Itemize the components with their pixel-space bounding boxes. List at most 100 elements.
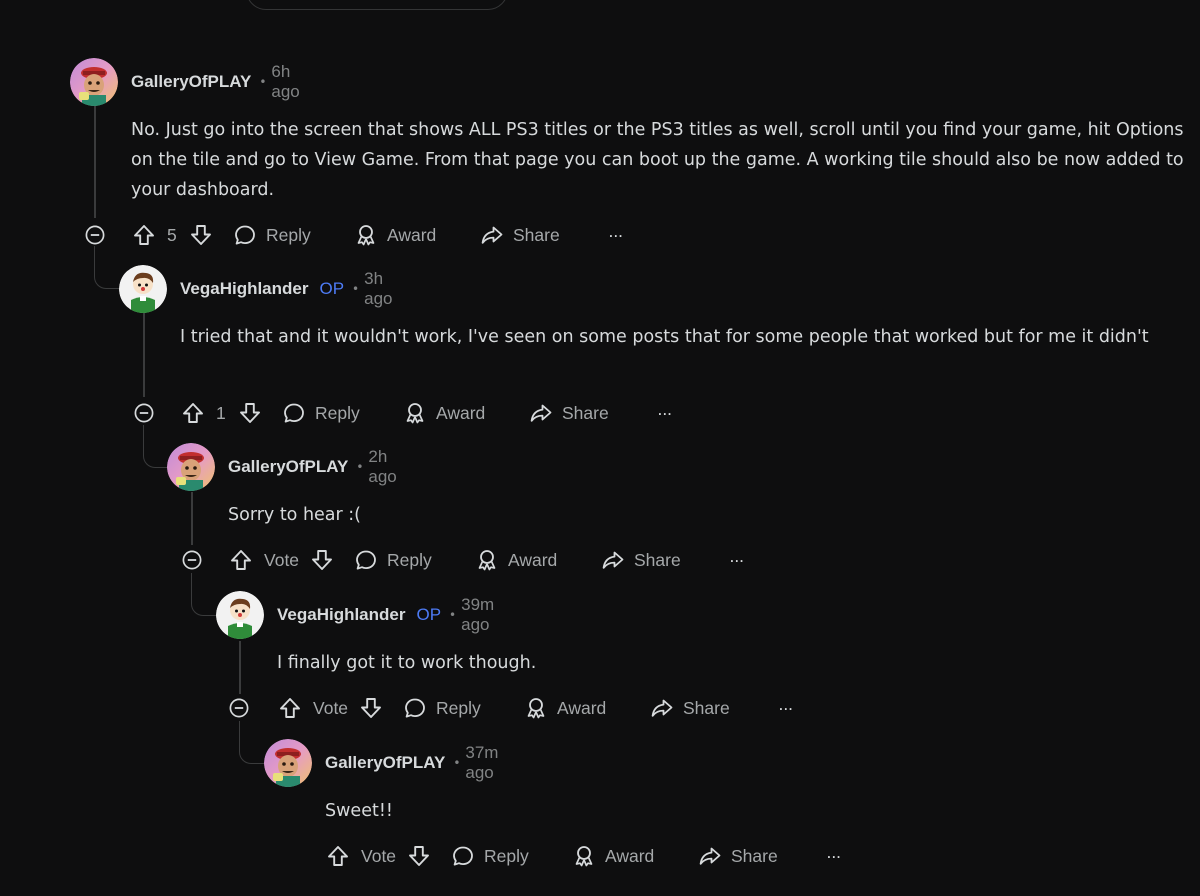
thread-connector [239, 721, 265, 764]
reply-icon [403, 696, 427, 720]
vega-avatar-icon [216, 591, 264, 639]
reply-button[interactable]: Reply [451, 841, 529, 871]
comment-actions: Vote Reply Award Share ··· [326, 841, 1086, 871]
comment-header: GalleryOfPLAY • 6h ago [70, 58, 300, 106]
avatar[interactable] [119, 265, 167, 313]
award-label: Award [605, 845, 655, 866]
award-button[interactable]: Award [572, 841, 654, 871]
timestamp[interactable]: 39m ago [461, 595, 494, 635]
share-button[interactable]: Share [601, 545, 681, 575]
thread-line[interactable] [94, 106, 96, 218]
reply-icon [282, 401, 306, 425]
downvote-button[interactable] [310, 545, 334, 575]
share-button[interactable]: Share [529, 398, 609, 428]
upvote-button[interactable] [132, 220, 156, 250]
reply-label: Reply [266, 224, 311, 245]
award-icon [524, 696, 548, 720]
more-options-button[interactable]: ··· [608, 220, 624, 250]
downvote-button[interactable] [407, 841, 431, 871]
gallery-avatar-icon [70, 58, 118, 106]
reply-button[interactable]: Reply [354, 545, 432, 575]
share-icon [480, 223, 504, 247]
share-label: Share [562, 402, 609, 423]
share-label: Share [634, 549, 681, 570]
timestamp[interactable]: 37m ago [465, 743, 498, 783]
author-name[interactable]: GalleryOfPLAY [325, 753, 445, 773]
share-button[interactable]: Share [480, 220, 560, 250]
reply-icon [354, 548, 378, 572]
award-icon [403, 401, 427, 425]
upvote-button[interactable] [326, 841, 350, 871]
reply-label: Reply [484, 845, 529, 866]
collapse-thread-button[interactable] [229, 698, 249, 718]
share-button[interactable]: Share [698, 841, 778, 871]
downvote-icon [310, 548, 334, 572]
award-label: Award [387, 224, 437, 245]
vote-label: Vote [361, 845, 397, 866]
award-button[interactable]: Award [524, 693, 606, 723]
comment-header: VegaHighlander OP • 3h ago [119, 265, 393, 313]
downvote-icon [238, 401, 262, 425]
award-icon [475, 548, 499, 572]
upvote-button[interactable] [229, 545, 253, 575]
avatar[interactable] [216, 591, 264, 639]
share-button[interactable]: Share [650, 693, 730, 723]
reply-button[interactable]: Reply [403, 693, 481, 723]
author-name[interactable]: VegaHighlander [277, 605, 405, 625]
more-options-button[interactable]: ··· [826, 841, 842, 871]
vote-label: Vote [313, 697, 349, 718]
thread-connector [191, 573, 217, 616]
thread-line[interactable] [143, 313, 145, 397]
award-button[interactable]: Award [475, 545, 557, 575]
separator-dot: • [352, 282, 360, 296]
avatar[interactable] [70, 58, 118, 106]
timestamp[interactable]: 2h ago [368, 447, 396, 487]
collapse-thread-button[interactable] [182, 550, 202, 570]
reply-button[interactable]: Reply [282, 398, 360, 428]
upvote-icon [181, 401, 205, 425]
gallery-avatar-icon [167, 443, 215, 491]
upvote-button[interactable] [278, 693, 302, 723]
comment-actions: 1 Reply Award Share ··· [181, 398, 941, 428]
upvote-icon [132, 223, 156, 247]
author-name[interactable]: GalleryOfPLAY [131, 72, 251, 92]
author-name[interactable]: VegaHighlander [180, 279, 308, 299]
award-icon [354, 223, 378, 247]
more-options-button[interactable]: ··· [657, 398, 673, 428]
share-icon [529, 401, 553, 425]
thread-line[interactable] [191, 492, 193, 545]
comment-header: VegaHighlander OP • 39m ago [216, 591, 494, 639]
downvote-button[interactable] [359, 693, 383, 723]
separator-dot: • [259, 75, 267, 89]
award-button[interactable]: Award [403, 398, 485, 428]
downvote-button[interactable] [189, 220, 213, 250]
downvote-icon [407, 844, 431, 868]
downvote-icon [359, 696, 383, 720]
thread-line[interactable] [239, 641, 241, 694]
author-name[interactable]: GalleryOfPLAY [228, 457, 348, 477]
vote-score: 1 [216, 402, 226, 423]
reply-icon [451, 844, 475, 868]
avatar[interactable] [167, 443, 215, 491]
more-options-button[interactable]: ··· [729, 545, 745, 575]
downvote-button[interactable] [238, 398, 262, 428]
reply-button[interactable]: Reply [233, 220, 311, 250]
op-badge: OP [416, 605, 442, 624]
reply-label: Reply [436, 697, 481, 718]
separator-dot: • [449, 608, 457, 622]
collapse-thread-button[interactable] [85, 225, 105, 245]
reply-label: Reply [315, 402, 360, 423]
timestamp[interactable]: 3h ago [364, 269, 392, 309]
separator-dot: • [453, 756, 461, 770]
more-options-button[interactable]: ··· [778, 693, 794, 723]
avatar[interactable] [264, 739, 312, 787]
award-button[interactable]: Award [354, 220, 436, 250]
upvote-button[interactable] [181, 398, 205, 428]
comment-body: I finally got it to work though. [277, 653, 537, 673]
vote-score: 5 [167, 224, 177, 245]
op-badge: OP [319, 279, 345, 298]
award-label: Award [508, 549, 558, 570]
collapse-thread-button[interactable] [134, 403, 154, 423]
thread-connector [143, 425, 168, 468]
timestamp[interactable]: 6h ago [271, 62, 299, 102]
